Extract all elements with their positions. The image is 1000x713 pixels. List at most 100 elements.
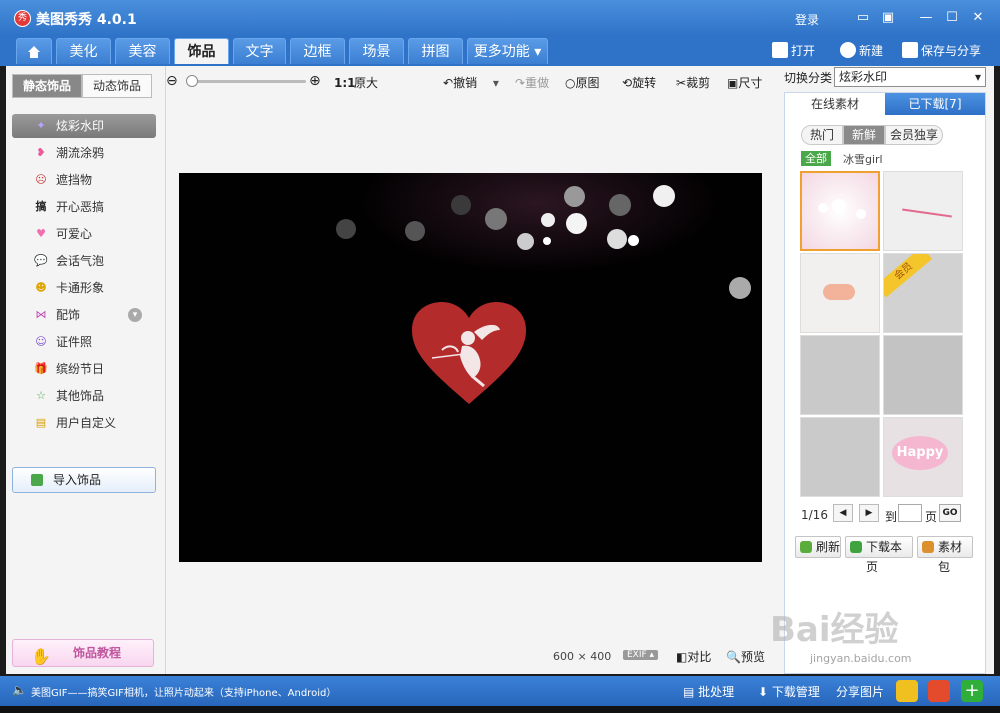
- go-button[interactable]: GO: [939, 504, 961, 522]
- category-other[interactable]: ☆ 其他饰品: [12, 384, 156, 408]
- tab-downloaded[interactable]: 已下载[7]: [885, 93, 985, 115]
- tab-accessories[interactable]: 饰品: [174, 38, 229, 64]
- category-cartoon[interactable]: ☻ 卡通形象: [12, 276, 156, 300]
- category-speech-bubble[interactable]: 💬 会话气泡: [12, 249, 156, 273]
- dynamic-accessories-toggle[interactable]: 动态饰品: [82, 74, 152, 98]
- original-size-button[interactable]: 原大: [354, 75, 378, 91]
- category-select[interactable]: 炫彩水印 ▾: [834, 67, 986, 87]
- material-thumb-vip[interactable]: 会员: [883, 253, 963, 333]
- expand-icon[interactable]: ▾: [128, 308, 142, 322]
- close-icon[interactable]: ✕: [969, 9, 987, 27]
- weibo-icon[interactable]: [928, 680, 950, 702]
- redo-button[interactable]: ↷重做: [515, 75, 549, 91]
- login-link[interactable]: 登录: [795, 11, 819, 28]
- tab-online-materials[interactable]: 在线素材: [785, 93, 885, 115]
- filter-hot[interactable]: 热门: [801, 125, 843, 145]
- preview-button[interactable]: 🔍预览: [726, 648, 765, 665]
- filter-vip[interactable]: 会员独享: [885, 125, 943, 145]
- desktop-background: [0, 706, 1000, 713]
- author-name[interactable]: 冰雪girl: [843, 151, 883, 167]
- category-id-photo[interactable]: ☺ 证件照: [12, 330, 156, 354]
- minimize-icon[interactable]: —: [917, 9, 935, 27]
- category-mask[interactable]: ☹ 遮挡物: [12, 168, 156, 192]
- new-button[interactable]: 新建: [840, 42, 883, 60]
- zoom-out-icon[interactable]: ⊖: [166, 73, 178, 89]
- tab-frame[interactable]: 边框: [290, 38, 345, 64]
- material-pack-label: 素材包: [938, 540, 963, 574]
- crop-button[interactable]: ✂裁剪: [676, 75, 710, 91]
- tab-beauty[interactable]: 美容: [115, 38, 170, 64]
- tab-scene[interactable]: 场景: [349, 38, 404, 64]
- zoom-in-icon[interactable]: ⊕: [309, 73, 321, 89]
- import-accessory-button[interactable]: 导入饰品: [12, 467, 156, 493]
- photo-canvas[interactable]: [179, 173, 762, 562]
- undo-icon: ↶: [443, 76, 454, 90]
- download-page-button[interactable]: 下载本页: [845, 536, 913, 574]
- material-thumb[interactable]: [883, 171, 963, 251]
- static-accessories-toggle[interactable]: 静态饰品: [12, 74, 82, 98]
- zoom-slider[interactable]: [186, 75, 306, 87]
- category-label: 可爱心: [56, 227, 93, 241]
- compare-button[interactable]: ◧对比: [676, 648, 711, 665]
- original-image-button[interactable]: ○原图: [565, 75, 600, 91]
- category-graffiti[interactable]: ❥ 潮流涂鸦: [12, 141, 156, 165]
- skin-icon[interactable]: ▣: [879, 9, 897, 27]
- scissors-icon: ✂: [676, 76, 687, 90]
- category-ornaments[interactable]: ⋈ 配饰 ▾: [12, 303, 156, 327]
- title-bar: 秀 美图秀秀 4.0.1 登录 ▭ ▣ — ☐ ✕: [0, 0, 1000, 36]
- refresh-icon: [800, 541, 812, 553]
- save-share-button[interactable]: 保存与分享: [902, 42, 981, 60]
- bokeh-dot: [729, 277, 751, 299]
- category-custom[interactable]: ▤ 用户自定义: [12, 411, 156, 435]
- home-icon: [28, 46, 40, 58]
- zoom-slider-handle[interactable]: [186, 75, 198, 87]
- vip-badge: 会员: [884, 254, 933, 298]
- cupid-heart-sticker[interactable]: [412, 302, 526, 406]
- material-thumb-selected[interactable]: [800, 171, 880, 251]
- tab-collage[interactable]: 拼图: [408, 38, 463, 64]
- download-icon: [850, 541, 862, 553]
- tab-text[interactable]: 文字: [233, 38, 286, 64]
- material-thumb[interactable]: [800, 417, 880, 497]
- watermark-url: jingyan.baidu.com: [810, 652, 912, 665]
- filter-all[interactable]: 全部: [801, 151, 831, 166]
- resize-button[interactable]: ▣尺寸: [727, 75, 762, 91]
- tab-beautify[interactable]: 美化: [56, 38, 111, 64]
- category-festival[interactable]: 🎁 缤纷节日: [12, 357, 156, 381]
- material-thumb[interactable]: [800, 335, 880, 415]
- undo-button[interactable]: ↶撤销 ▾: [443, 75, 499, 91]
- category-cute-heart[interactable]: ♥ 可爱心: [12, 222, 156, 246]
- qzone-star-icon[interactable]: [896, 680, 918, 702]
- accessory-tutorial-button[interactable]: ✋ 饰品教程: [12, 639, 154, 667]
- material-thumb[interactable]: [883, 335, 963, 415]
- news-ticker[interactable]: 美图GIF——搞笑GIF相机，让照片动起来（支持iPhone、Android）: [31, 684, 336, 699]
- share-picture-button[interactable]: 分享图片: [836, 683, 884, 700]
- dropdown-arrow-icon: ▾: [974, 70, 981, 84]
- rotate-button[interactable]: ⟲旋转: [622, 75, 656, 91]
- speech-bubble-icon: 💬: [34, 254, 48, 267]
- exif-button[interactable]: EXIF ▴: [623, 650, 659, 660]
- next-page-button[interactable]: ▶: [859, 504, 879, 522]
- bokeh-dot: [653, 185, 675, 207]
- batch-process-button[interactable]: ▤ 批处理: [683, 683, 734, 700]
- download-manager-button[interactable]: ⬇ 下载管理: [758, 683, 820, 700]
- undo-dropdown-icon[interactable]: ▾: [493, 76, 499, 90]
- material-thumb-happy[interactable]: Happy: [883, 417, 963, 497]
- feedback-icon[interactable]: ▭: [854, 9, 872, 27]
- actual-size-icon[interactable]: 1:1: [334, 75, 356, 91]
- maximize-icon[interactable]: ☐: [943, 9, 961, 27]
- material-thumb[interactable]: [800, 253, 880, 333]
- tab-more-features[interactable]: 更多功能 ▾: [467, 38, 548, 64]
- tab-home[interactable]: [16, 38, 52, 64]
- prev-page-button[interactable]: ◀: [833, 504, 853, 522]
- star-icon: ☆: [36, 389, 46, 402]
- refresh-button[interactable]: 刷新: [795, 536, 841, 558]
- page-number-input[interactable]: [898, 504, 922, 522]
- filter-new[interactable]: 新鲜: [843, 125, 885, 145]
- category-colorful-watermark[interactable]: ✦ 炫彩水印: [12, 114, 156, 138]
- open-button[interactable]: 打开: [772, 42, 815, 60]
- category-label: 用户自定义: [56, 416, 117, 430]
- category-funny[interactable]: 搞开心恶搞: [12, 195, 156, 219]
- material-pack-button[interactable]: 素材包: [917, 536, 973, 574]
- add-share-icon[interactable]: +: [961, 680, 983, 702]
